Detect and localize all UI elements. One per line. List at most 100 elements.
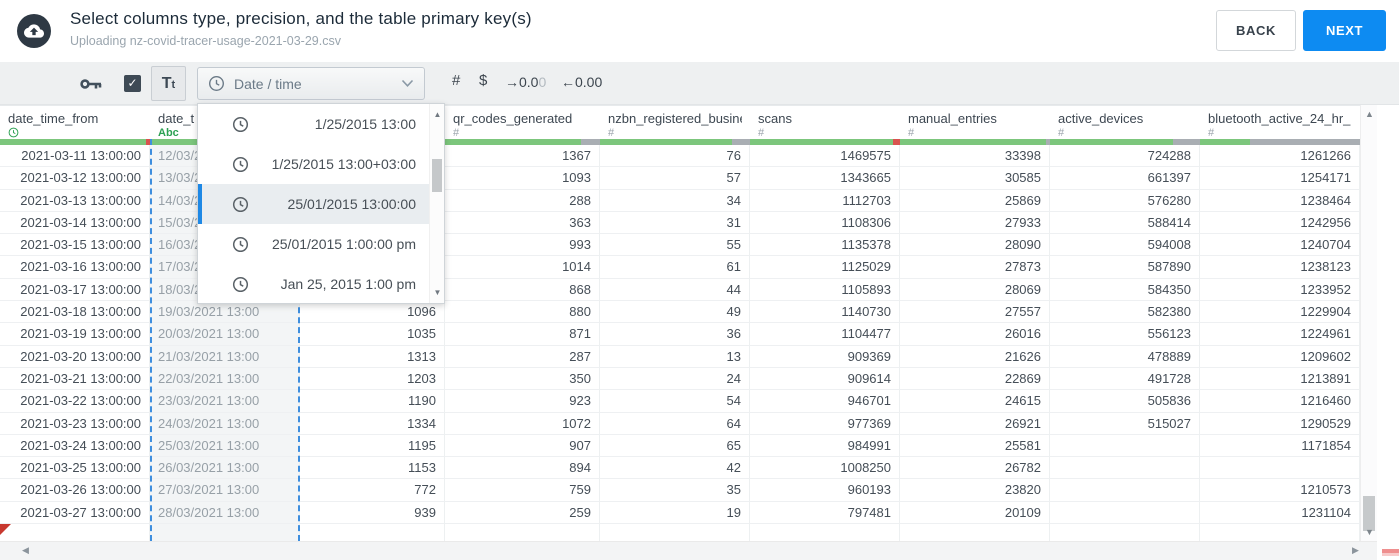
table-cell: 57 xyxy=(600,167,749,190)
dropdown-option[interactable]: 1/25/2015 13:00+03:00 xyxy=(198,144,444,184)
table-cell: 1112703 xyxy=(750,190,899,212)
import-wizard-screen: Select columns type, precision, and the … xyxy=(0,0,1399,560)
table-column: nzbn_registered_busine # 76 57 34 31 55 61 44 49 3… xyxy=(600,106,750,541)
dropdown-scrollbar[interactable]: ▲ ▼ xyxy=(429,104,444,303)
include-column-checkbox[interactable]: ✓ xyxy=(124,75,141,92)
column-name: qr_codes_generated xyxy=(453,111,573,126)
next-button[interactable]: NEXT xyxy=(1303,10,1386,51)
dropdown-option[interactable]: 1/25/2015 13:00 xyxy=(198,104,444,144)
table-cell: 363 xyxy=(445,212,599,235)
column-header[interactable]: qr_codes_generated # xyxy=(445,106,600,139)
table-cell: 772 xyxy=(300,479,444,502)
table-cell: 880 xyxy=(445,301,599,324)
numeric-type-button[interactable]: # xyxy=(452,72,460,89)
table-cell: 49 xyxy=(600,301,749,324)
column-header[interactable]: bluetooth_active_24_hr_ # xyxy=(1200,106,1360,139)
table-cell: 259 xyxy=(445,502,599,525)
table-cell: 22/03/2021 13:00 xyxy=(150,368,299,391)
table-cell: 909614 xyxy=(750,368,899,391)
table-cell: 1190 xyxy=(300,390,444,413)
table-cell: 515027 xyxy=(1050,413,1199,435)
table-cell: 42 xyxy=(600,457,749,480)
horizontal-scrollbar[interactable]: ◀ ▶ xyxy=(0,541,1377,560)
quality-segment xyxy=(600,139,732,145)
quality-segment xyxy=(892,139,900,145)
table-cell: 54 xyxy=(600,390,749,413)
scroll-up-icon[interactable]: ▲ xyxy=(1361,109,1378,119)
currency-type-button[interactable]: $ xyxy=(479,72,487,89)
table-cell: 491728 xyxy=(1050,368,1199,391)
table-cell: 1261266 xyxy=(1200,145,1359,168)
table-cell: 2021-03-26 13:00:00 xyxy=(0,479,149,502)
table-cell: 26/03/2021 13:00 xyxy=(150,457,299,480)
upload-status: Uploading nz-covid-tracer-usage-2021-03-… xyxy=(70,34,341,48)
table-cell: 871 xyxy=(445,323,599,346)
back-button[interactable]: BACK xyxy=(1216,10,1296,51)
column-type-toolbar: ✓ Tt Date / time # $ →0.00 ←0.00 xyxy=(0,62,1399,105)
column-cells: 724288 661397 576280 588414 594008 587890 5843… xyxy=(1050,145,1200,541)
table-cell: 1125029 xyxy=(750,256,899,279)
table-cell xyxy=(1050,457,1199,480)
table-cell: 24 xyxy=(600,368,749,391)
table-cell: 61 xyxy=(600,256,749,279)
table-cell: 1171854 xyxy=(1200,435,1359,458)
table-cell xyxy=(1200,457,1359,480)
column-type-select[interactable]: Date / time xyxy=(197,67,425,100)
table-cell: 909369 xyxy=(750,346,899,368)
table-cell xyxy=(750,524,899,541)
vertical-scrollbar-thumb[interactable] xyxy=(1363,496,1375,531)
column-cells: 1469575 1343665 1112703 1108306 1135378 11250… xyxy=(750,145,900,541)
table-cell: 1334 xyxy=(300,413,444,435)
precision-decrease-button[interactable]: →0.00 xyxy=(505,74,546,90)
column-header[interactable]: scans # xyxy=(750,106,900,139)
table-cell: 34 xyxy=(600,190,749,212)
quality-segment xyxy=(445,139,582,145)
table-cell: 21626 xyxy=(900,346,1049,368)
scroll-right-icon[interactable]: ▶ xyxy=(1352,545,1359,556)
text-type-button[interactable]: Tt xyxy=(151,66,186,101)
column-header[interactable]: manual_entries # xyxy=(900,106,1050,139)
table-cell: 1469575 xyxy=(750,145,899,168)
dropdown-option-label: 25/01/2015 1:00:00 pm xyxy=(271,236,416,252)
scroll-left-icon[interactable]: ◀ xyxy=(22,545,29,556)
vertical-scrollbar[interactable]: ▲ ▼ xyxy=(1360,105,1377,541)
primary-key-icon[interactable] xyxy=(80,77,102,96)
dropdown-option[interactable]: 25/01/2015 13:00:00 xyxy=(198,184,444,224)
table-cell: 1213891 xyxy=(1200,368,1359,391)
column-header[interactable]: nzbn_registered_busine # xyxy=(600,106,750,139)
table-cell: 556123 xyxy=(1050,323,1199,346)
table-cell: 1290529 xyxy=(1200,413,1359,435)
table-cell: 759 xyxy=(445,479,599,502)
table-cell: 1014 xyxy=(445,256,599,279)
column-cells: 33398 30585 25869 27933 28090 27873 28069 27557… xyxy=(900,145,1050,541)
table-cell: 2021-03-27 13:00:00 xyxy=(0,502,149,525)
clock-icon xyxy=(232,116,249,133)
precision-increase-button[interactable]: ←0.00 xyxy=(561,74,602,90)
table-column: date_time_from 2021-03-11 13:00:00 2021-03… xyxy=(0,106,150,541)
column-name: active_devices xyxy=(1058,111,1144,126)
table-cell: 1254171 xyxy=(1200,167,1359,190)
column-header[interactable]: date_time_from xyxy=(0,106,150,139)
chevron-down-icon xyxy=(401,75,414,93)
table-cell: 1224961 xyxy=(1200,323,1359,346)
scroll-down-icon[interactable]: ▼ xyxy=(1361,527,1378,537)
table-cell: 26921 xyxy=(900,413,1049,435)
table-cell: 2021-03-25 13:00:00 xyxy=(0,457,149,480)
table-column: qr_codes_generated # 1367 1093 288 363 993 1014… xyxy=(445,106,600,541)
dropdown-scroll-down-icon[interactable]: ▼ xyxy=(430,288,445,297)
dropdown-scrollbar-thumb[interactable] xyxy=(432,159,442,192)
table-cell: 1209602 xyxy=(1200,346,1359,368)
column-cells: 76 57 34 31 55 61 44 49 36 13 24 54 64 65 42 35 19 xyxy=(600,145,750,541)
dropdown-option-label: 25/01/2015 13:00:00 xyxy=(287,196,416,212)
column-name: manual_entries xyxy=(908,111,997,126)
table-cell: 1240704 xyxy=(1200,234,1359,257)
dropdown-option[interactable]: Jan 25, 2015 1:00 pm xyxy=(198,264,444,304)
dropdown-scroll-up-icon[interactable]: ▲ xyxy=(430,110,445,119)
table-cell: 960193 xyxy=(750,479,899,502)
table-cell: 65 xyxy=(600,435,749,458)
column-name: bluetooth_active_24_hr_ xyxy=(1208,111,1351,126)
table-cell: 1313 xyxy=(300,346,444,368)
column-type-select-value: Date / time xyxy=(234,75,302,92)
dropdown-option[interactable]: 25/01/2015 1:00:00 pm xyxy=(198,224,444,264)
column-header[interactable]: active_devices # xyxy=(1050,106,1200,139)
